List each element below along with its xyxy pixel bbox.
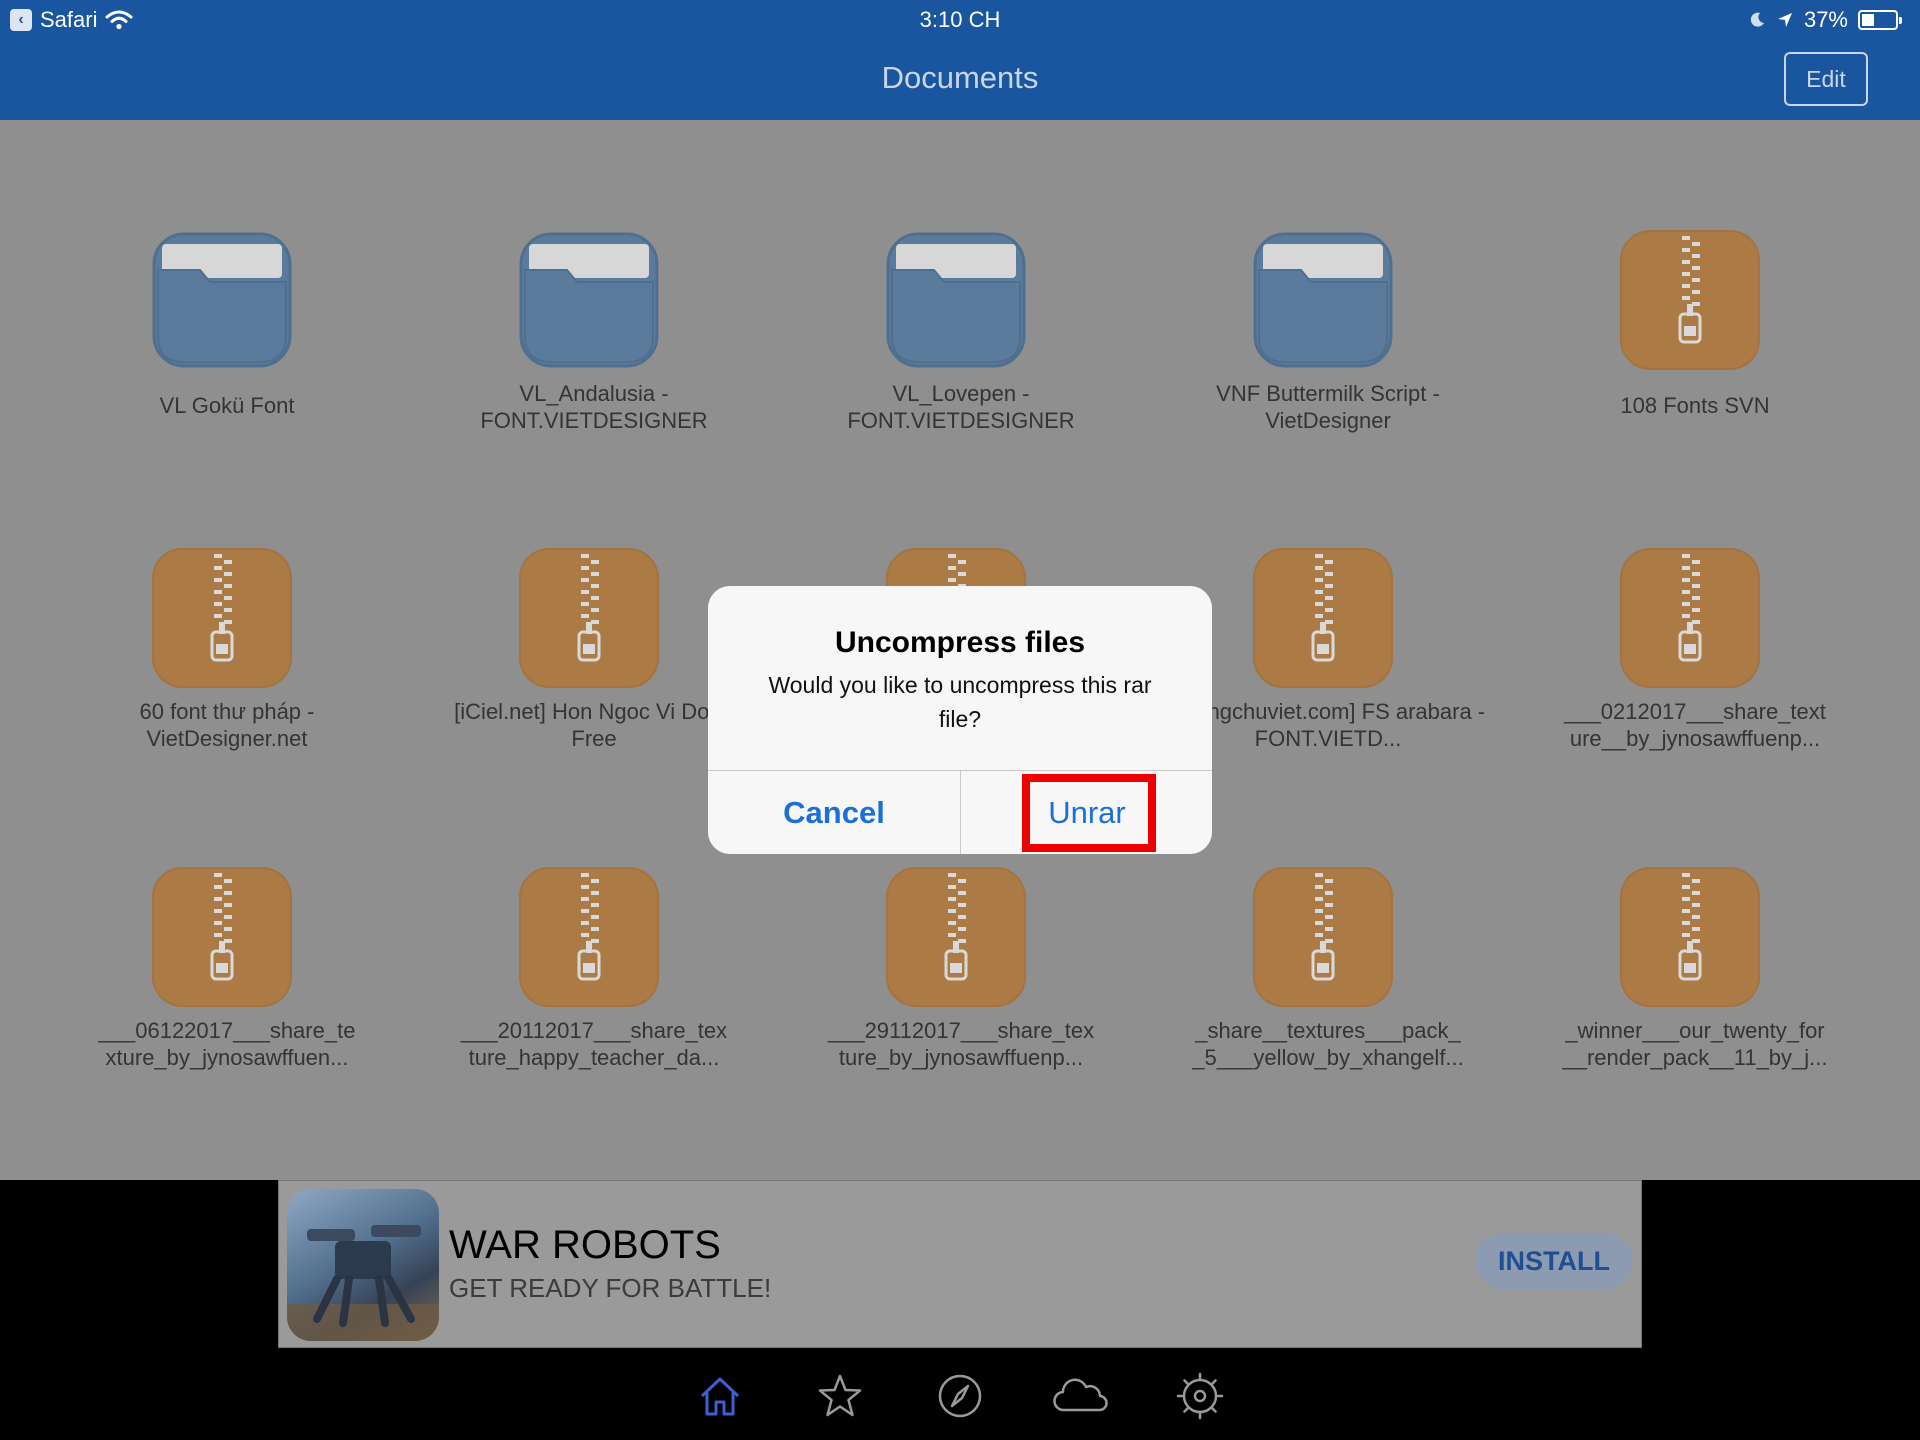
tab-settings[interactable] bbox=[1170, 1368, 1230, 1424]
folder-icon bbox=[152, 230, 292, 370]
ad-banner[interactable]: WAR ROBOTS GET READY FOR BATTLE! INSTALL bbox=[278, 1180, 1642, 1348]
zip-archive-icon bbox=[1620, 867, 1760, 1007]
file-label: VL Gokü Font bbox=[159, 393, 295, 418]
edit-button[interactable]: Edit bbox=[1784, 52, 1868, 106]
compass-icon bbox=[938, 1374, 982, 1418]
ad-subtitle: GET READY FOR BATTLE! bbox=[449, 1273, 772, 1303]
file-label: ___0212017___share_text ure__by_jynosawf… bbox=[1564, 699, 1826, 751]
ad-title: WAR ROBOTS bbox=[449, 1223, 721, 1267]
ad-install-button[interactable]: INSTALL bbox=[1475, 1233, 1633, 1289]
file-label: ___06122017___share_te xture_by_jynosawf… bbox=[98, 1018, 356, 1070]
file-label: VNF Buttermilk Script - VietDesigner bbox=[1216, 381, 1440, 433]
cancel-button[interactable]: Cancel bbox=[708, 771, 960, 854]
location-arrow-icon bbox=[1777, 13, 1792, 27]
tab-favorites[interactable] bbox=[810, 1368, 870, 1424]
status-right: 37% bbox=[1748, 7, 1902, 33]
file-label: phongchuviet.com] FS arabara - FONT.VIET… bbox=[1170, 699, 1486, 751]
battery-fill bbox=[1862, 14, 1874, 26]
battery-icon bbox=[1858, 10, 1902, 30]
zip-archive-icon bbox=[519, 548, 659, 688]
zip-archive-icon bbox=[1253, 548, 1393, 688]
zip-archive-icon bbox=[152, 548, 292, 688]
folder-icon bbox=[519, 230, 659, 370]
zip-archive-icon bbox=[886, 867, 1026, 1007]
tab-bar bbox=[0, 1350, 1920, 1440]
tab-home[interactable] bbox=[690, 1368, 750, 1424]
file-label: 60 font thư pháp - VietDesigner.net bbox=[139, 699, 315, 751]
file-label: 108 Fonts SVN bbox=[1620, 393, 1770, 418]
moon-icon bbox=[1750, 12, 1764, 27]
zip-archive-icon bbox=[1620, 230, 1760, 370]
cloud-icon bbox=[1053, 1378, 1108, 1412]
zip-archive-icon bbox=[519, 867, 659, 1007]
file-label: _winner___our_twenty_for __render_pack__… bbox=[1562, 1018, 1828, 1070]
battery-percent: 37% bbox=[1803, 7, 1848, 32]
unrar-highlight-box bbox=[1022, 774, 1156, 852]
alert-message: Would you like to uncompress this rar fi… bbox=[768, 672, 1152, 732]
file-label: ___20112017___share_tex ture_happy_teach… bbox=[460, 1018, 728, 1070]
file-row: ___06122017___share_te xture_by_jynosawf… bbox=[0, 867, 1920, 1157]
page-title: Documents bbox=[881, 60, 1039, 95]
file-label: ___29112017___share_tex ture_by_jynosawf… bbox=[827, 1018, 1095, 1070]
file-label: VL_Lovepen - FONT.VIETDESIGNER bbox=[847, 381, 1075, 433]
file-row: VL Gokü Font VL_Andalusia - FONT.VIETDESI… bbox=[0, 230, 1920, 520]
robot-image-icon bbox=[287, 1225, 439, 1341]
star-icon bbox=[818, 1374, 862, 1417]
zip-archive-icon bbox=[1253, 867, 1393, 1007]
zip-archive-icon bbox=[152, 867, 292, 1007]
top-bar: ‹ Safari 3:10 CH 37% Documents Edit bbox=[0, 0, 1920, 120]
tab-browser[interactable] bbox=[930, 1368, 990, 1424]
home-icon bbox=[700, 1377, 740, 1416]
folder-icon bbox=[1253, 230, 1393, 370]
status-time: 3:10 CH bbox=[919, 7, 1001, 32]
settings-icon bbox=[1176, 1372, 1224, 1420]
zip-archive-icon bbox=[1620, 548, 1760, 688]
tab-cloud[interactable] bbox=[1050, 1368, 1110, 1424]
folder-icon bbox=[886, 230, 1026, 370]
file-label: VL_Andalusia - FONT.VIETDESIGNER bbox=[480, 381, 708, 433]
ad-thumbnail[interactable] bbox=[287, 1189, 439, 1341]
alert-title: Uncompress files bbox=[834, 626, 1086, 659]
file-label: [iCiel.net] Hon Ngoc Vi Dong Free bbox=[454, 699, 734, 751]
file-label: _share__textures___pack_ _5___yellow_by_… bbox=[1192, 1018, 1464, 1070]
status-bar: ‹ Safari 3:10 CH 37% bbox=[0, 0, 1920, 40]
